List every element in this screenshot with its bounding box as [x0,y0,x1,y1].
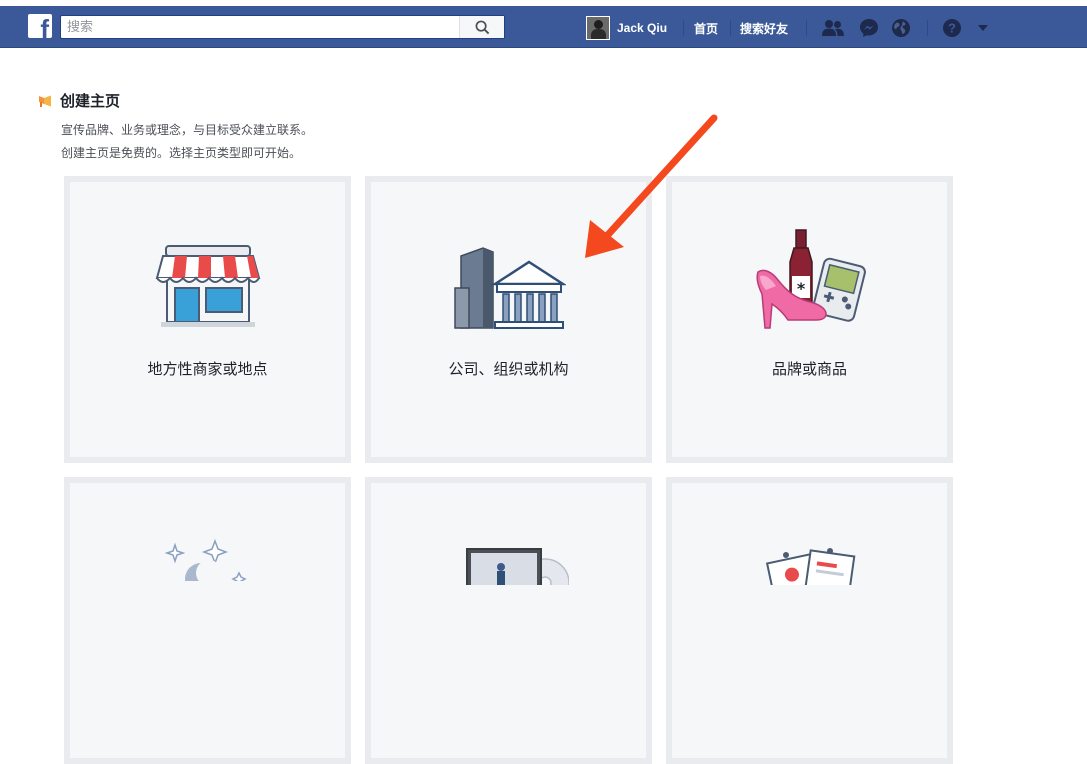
page-description-line1: 宣传品牌、业务或理念，与目标受众建立联系。 [61,123,314,137]
account-menu-button[interactable] [971,17,995,39]
category-card-5[interactable] [365,477,652,764]
card-illustration [371,545,646,645]
card-body [70,483,345,758]
company-buildings-icon [454,247,566,329]
search-input[interactable] [61,16,461,38]
card-body: * 品牌或商品 [672,182,947,457]
brand-products-icon: * [756,229,866,329]
nav-divider [806,20,807,36]
card-illustration [672,545,947,645]
card-body: 地方性商家或地点 [70,182,345,457]
search-button[interactable] [459,16,504,38]
friends-icon [822,20,844,36]
category-card-local-business[interactable]: 地方性商家或地点 [64,176,351,463]
nav-divider [683,20,684,36]
help-icon: ? [943,19,961,37]
globe-icon [892,19,910,37]
top-navigation: f Jack Qiu 首页 搜索好友 [0,0,1087,49]
page-title: 创建主页 [60,92,121,110]
profile-name: Jack Qiu [617,21,668,35]
media-icon [465,548,569,585]
card-illustration [70,238,345,338]
stars-moon-icon [164,538,247,581]
profile-link[interactable]: Jack Qiu [586,16,667,40]
avatar [586,16,610,40]
svg-text:?: ? [948,21,956,36]
nav-home-link[interactable]: 首页 [694,20,718,37]
card-body: 公司、组织或机构 [371,182,646,457]
card-illustration: * [672,229,947,338]
svg-text:*: * [797,279,806,298]
help-button[interactable]: ? [940,17,964,39]
page-heading: 创建主页 [38,90,120,111]
card-label: 公司、组织或机构 [448,360,569,378]
cards-icon [765,548,855,585]
card-label: 品牌或商品 [771,360,847,378]
category-card-brand[interactable]: * 品牌或商品 [666,176,953,463]
messenger-button[interactable] [857,17,881,39]
top-bar: f Jack Qiu 首页 搜索好友 [0,6,1087,48]
card-body [672,483,947,758]
category-card-company[interactable]: 公司、组织或机构 [365,176,652,463]
nav-find-friends-link[interactable]: 搜索好友 [740,20,788,37]
caret-down-icon [978,25,988,31]
card-illustration [70,537,345,637]
search-icon [475,20,489,34]
friend-requests-button[interactable] [821,17,845,39]
card-body [371,483,646,758]
messenger-icon [860,19,878,37]
storefront-icon [155,245,260,327]
facebook-logo-icon[interactable]: f [28,14,52,38]
notifications-button[interactable] [889,17,913,39]
category-card-4[interactable] [64,477,351,764]
nav-divider [730,20,731,36]
category-card-6[interactable] [666,477,953,764]
nav-divider [927,20,928,36]
card-label: 地方性商家或地点 [147,360,268,378]
page-description-line2: 创建主页是免费的。选择主页类型即可开始。 [61,146,302,160]
search-box [60,15,505,39]
card-illustration [371,238,646,338]
flag-icon [39,95,51,107]
